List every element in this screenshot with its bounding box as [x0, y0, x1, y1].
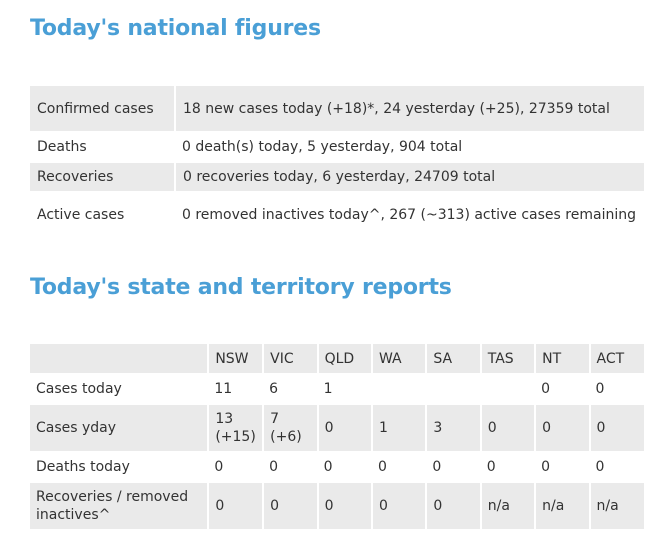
row-label: Cases yday	[30, 404, 209, 453]
col-header-nt: NT	[534, 344, 590, 375]
row-label: Active cases	[30, 192, 175, 239]
cell: 3	[425, 404, 481, 453]
national-figures-heading: Today's national figures	[30, 16, 321, 41]
cell: 13 (+15)	[207, 404, 264, 453]
row-value: 0 recoveries today, 6 yesterday, 24709 t…	[175, 162, 644, 193]
cell	[480, 374, 536, 405]
cell: 0	[534, 404, 590, 453]
row-label: Recoveries / removed inactives^	[30, 482, 209, 531]
state-reports-heading: Today's state and territory reports	[30, 275, 452, 300]
col-header-act: ACT	[588, 344, 644, 375]
row-label: Cases today	[30, 374, 209, 405]
cell: 0	[535, 452, 590, 483]
cell: 0	[425, 482, 481, 531]
cell: 7 (+6)	[262, 404, 318, 453]
cell: 0	[317, 452, 372, 483]
cell: n/a	[534, 482, 590, 531]
col-header-nsw: NSW	[207, 344, 264, 375]
cell: 0	[426, 452, 481, 483]
cell: 0	[208, 452, 264, 483]
cell: 0	[316, 482, 372, 531]
table-row: Recoveries 0 recoveries today, 6 yesterd…	[30, 162, 644, 193]
row-value: 18 new cases today (+18)*, 24 yesterday …	[175, 86, 644, 133]
cell: n/a	[479, 482, 536, 531]
row-label: Deaths today	[30, 452, 209, 483]
row-value: 0 death(s) today, 5 yesterday, 904 total	[175, 132, 644, 163]
col-header-wa: WA	[370, 344, 427, 375]
cell: 0	[588, 404, 644, 453]
cell	[426, 374, 481, 405]
cell: 0	[262, 482, 318, 531]
cell: 1	[317, 374, 372, 405]
cell: 0	[207, 482, 264, 531]
cell: 0	[371, 452, 427, 483]
cell: 0	[370, 482, 427, 531]
cell: 6	[263, 374, 318, 405]
col-header-tas: TAS	[479, 344, 536, 375]
row-label: Deaths	[30, 132, 175, 163]
national-figures-table: Confirmed cases 18 new cases today (+18)…	[30, 86, 644, 239]
table-row: Cases yday 13 (+15) 7 (+6) 0 1 3 0 0 0	[30, 404, 644, 453]
row-label: Confirmed cases	[30, 86, 176, 133]
cell: 0	[263, 452, 318, 483]
table-row: Deaths 0 death(s) today, 5 yesterday, 90…	[30, 132, 644, 163]
table-row: Recoveries / removed inactives^ 0 0 0 0 …	[30, 482, 644, 531]
col-header-sa: SA	[425, 344, 481, 375]
col-header-vic: VIC	[262, 344, 318, 375]
col-header-qld: QLD	[316, 344, 372, 375]
cell: n/a	[588, 482, 644, 531]
cell: 1	[370, 404, 427, 453]
cell: 0	[589, 374, 644, 405]
cell: 0	[316, 404, 372, 453]
header-row: NSW VIC QLD WA SA TAS NT ACT	[30, 344, 644, 375]
table-row: Active cases 0 removed inactives today^,…	[30, 192, 644, 239]
cell: 0	[480, 452, 536, 483]
cell: 11	[208, 374, 264, 405]
cell	[371, 374, 427, 405]
table-row: Deaths today 0 0 0 0 0 0 0 0	[30, 452, 644, 483]
cell: 0	[589, 452, 644, 483]
cell: 0	[535, 374, 590, 405]
corner-cell	[30, 344, 209, 375]
table-row: Cases today 11 6 1 0 0	[30, 374, 644, 405]
cell: 0	[479, 404, 536, 453]
table-row: Confirmed cases 18 new cases today (+18)…	[30, 86, 644, 133]
row-value: 0 removed inactives today^, 267 (~313) a…	[175, 192, 644, 239]
state-reports-table: NSW VIC QLD WA SA TAS NT ACT Cases today…	[30, 344, 644, 531]
row-label: Recoveries	[30, 162, 176, 193]
